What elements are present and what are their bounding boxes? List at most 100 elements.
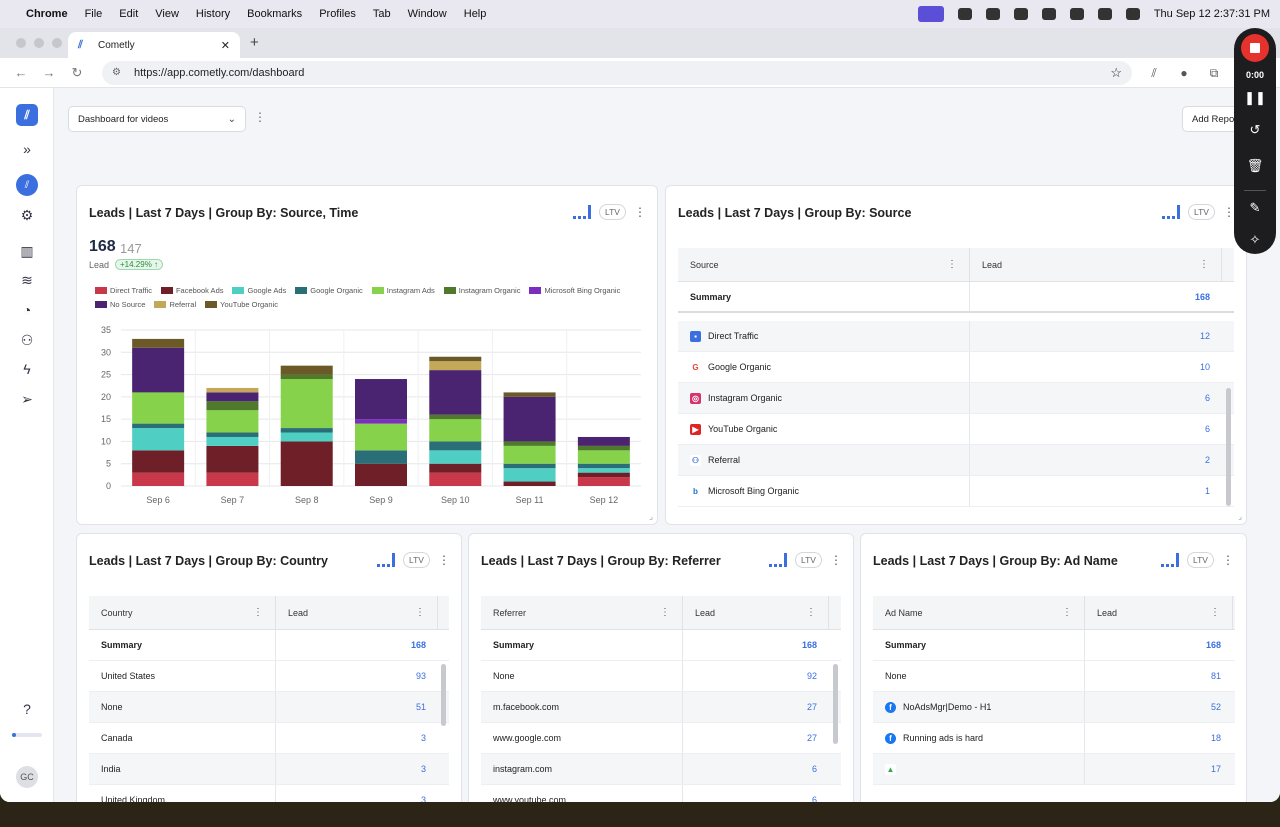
expand-sidebar-icon[interactable]: » — [16, 138, 38, 160]
legend-item[interactable]: Google Ads — [232, 286, 286, 295]
ltv-toggle[interactable]: LTV — [795, 552, 822, 568]
stop-recording-button[interactable] — [1241, 34, 1269, 62]
screen-share-icon[interactable] — [917, 6, 944, 22]
column-lead[interactable]: Lead ⋮ — [970, 248, 1222, 281]
restart-icon[interactable]: ↺ — [1234, 122, 1276, 138]
row-value[interactable]: 6 — [683, 754, 829, 784]
row-value[interactable]: 81 — [1085, 661, 1233, 691]
row-value[interactable]: 52 — [1085, 692, 1233, 722]
zoom-icon[interactable] — [957, 8, 972, 20]
search-icon[interactable] — [1097, 8, 1112, 20]
row-value[interactable]: 6 — [683, 785, 829, 802]
chart-toggle-icon[interactable] — [769, 553, 787, 567]
new-tab-icon[interactable]: + — [250, 34, 259, 51]
extension-badge-icon[interactable]: ● — [1176, 66, 1192, 80]
menu-app-name[interactable]: Chrome — [26, 8, 68, 20]
column-lead[interactable]: Lead ⋮ — [1085, 596, 1233, 629]
extensions-puzzle-icon[interactable]: ⧉ — [1206, 66, 1222, 80]
close-window-button[interactable] — [16, 38, 26, 48]
row-value[interactable]: 27 — [683, 723, 829, 753]
column-ad-name[interactable]: Ad Name ⋮ — [873, 596, 1085, 629]
back-icon[interactable]: ← — [10, 65, 32, 80]
card-menu-icon[interactable]: ⋮ — [1222, 553, 1234, 567]
menu-help[interactable]: Help — [464, 8, 487, 20]
resize-handle-icon[interactable]: ⌟ — [649, 512, 653, 521]
pen-icon[interactable]: ✎ — [1234, 200, 1276, 216]
card-menu-icon[interactable]: ⋮ — [830, 553, 842, 567]
menu-edit[interactable]: Edit — [119, 8, 138, 20]
ltv-toggle[interactable]: LTV — [403, 552, 430, 568]
menu-bookmarks[interactable]: Bookmarks — [247, 8, 302, 20]
column-menu-icon[interactable]: ⋮ — [1210, 607, 1220, 618]
site-settings-icon[interactable]: ⚙ — [112, 67, 126, 78]
dashboard-select[interactable]: Dashboard for videos ⌄ — [68, 106, 246, 132]
legend-item[interactable]: Referral — [154, 300, 196, 309]
legend-item[interactable]: YouTube Organic — [205, 300, 278, 309]
menu-file[interactable]: File — [85, 8, 103, 20]
column-lead[interactable]: Lead ⋮ — [276, 596, 438, 629]
chart-toggle-icon[interactable] — [573, 205, 591, 219]
row-value[interactable]: 93 — [276, 661, 438, 691]
browser-tab[interactable]: ⫽ Cometly ✕ — [68, 32, 240, 58]
row-value[interactable]: 10 — [970, 352, 1222, 382]
legend-item[interactable]: Direct Traffic — [95, 286, 152, 295]
row-value[interactable]: 6 — [970, 414, 1222, 444]
summary-value[interactable]: 168 — [970, 282, 1222, 311]
legend-item[interactable]: Instagram Ads — [371, 286, 435, 295]
card-menu-icon[interactable]: ⋮ — [438, 553, 450, 567]
summary-value[interactable]: 168 — [683, 630, 829, 660]
row-value[interactable]: 51 — [276, 692, 438, 722]
table-scrollbar[interactable] — [1226, 388, 1231, 506]
card-menu-icon[interactable]: ⋮ — [634, 205, 646, 219]
cometly-app-icon[interactable]: ⫽ — [16, 174, 38, 196]
effects-icon[interactable]: ✧ — [1234, 232, 1276, 248]
row-value[interactable]: 12 — [970, 321, 1222, 351]
legend-item[interactable]: No Source — [95, 300, 145, 309]
brightness-icon[interactable] — [985, 8, 1000, 20]
column-menu-icon[interactable]: ⋮ — [947, 259, 957, 270]
close-tab-icon[interactable]: ✕ — [221, 39, 230, 52]
menu-view[interactable]: View — [155, 8, 179, 20]
send-icon[interactable]: ➢ — [16, 388, 38, 410]
table-scrollbar[interactable] — [833, 664, 838, 744]
reports-chart-icon[interactable]: ▥ — [16, 240, 38, 262]
row-value[interactable]: 1 — [970, 476, 1222, 506]
resize-handle-icon[interactable]: ⌟ — [1238, 512, 1242, 521]
zoom-window-button[interactable] — [52, 38, 62, 48]
minimize-window-button[interactable] — [34, 38, 44, 48]
column-menu-icon[interactable]: ⋮ — [1062, 607, 1072, 618]
column-menu-icon[interactable]: ⋮ — [660, 607, 670, 618]
row-value[interactable]: 3 — [276, 785, 438, 802]
legend-item[interactable]: Facebook Ads — [160, 286, 223, 295]
row-value[interactable]: 3 — [276, 754, 438, 784]
ltv-toggle[interactable]: LTV — [599, 204, 626, 220]
forward-icon[interactable]: → — [38, 65, 60, 80]
row-value[interactable]: 2 — [970, 445, 1222, 475]
users-icon[interactable]: ⚇ — [16, 329, 38, 351]
cometly-extension-icon[interactable]: ⫽ — [1146, 66, 1162, 80]
messenger-icon[interactable] — [1013, 8, 1028, 20]
column-source[interactable]: Source ⋮ — [678, 248, 970, 281]
dashboard-more-icon[interactable]: ⋮ — [254, 110, 266, 124]
summary-value[interactable]: 168 — [276, 630, 438, 660]
reload-icon[interactable]: ↻ — [66, 65, 88, 81]
row-value[interactable]: 18 — [1085, 723, 1233, 753]
row-value[interactable]: 92 — [683, 661, 829, 691]
row-value[interactable]: 17 — [1085, 754, 1233, 784]
menu-tab[interactable]: Tab — [373, 8, 391, 20]
legend-item[interactable]: Google Organic — [295, 286, 363, 295]
pause-icon[interactable]: ❚❚ — [1234, 90, 1276, 106]
help-icon[interactable]: ? — [16, 698, 38, 720]
chart-toggle-icon[interactable] — [377, 553, 395, 567]
menu-history[interactable]: History — [196, 8, 230, 20]
cometly-logo-icon[interactable]: ⫽ — [16, 104, 38, 126]
row-value[interactable]: 3 — [276, 723, 438, 753]
legend-item[interactable]: Microsoft Bing Organic — [529, 286, 620, 295]
settings-gear-icon[interactable]: ⚙ — [16, 204, 38, 226]
column-menu-icon[interactable]: ⋮ — [253, 607, 263, 618]
column-menu-icon[interactable]: ⋮ — [1199, 259, 1209, 270]
row-value[interactable]: 27 — [683, 692, 829, 722]
chart-toggle-icon[interactable] — [1161, 553, 1179, 567]
bookmark-star-icon[interactable]: ☆ — [1110, 65, 1122, 81]
column-menu-icon[interactable]: ⋮ — [415, 607, 425, 618]
